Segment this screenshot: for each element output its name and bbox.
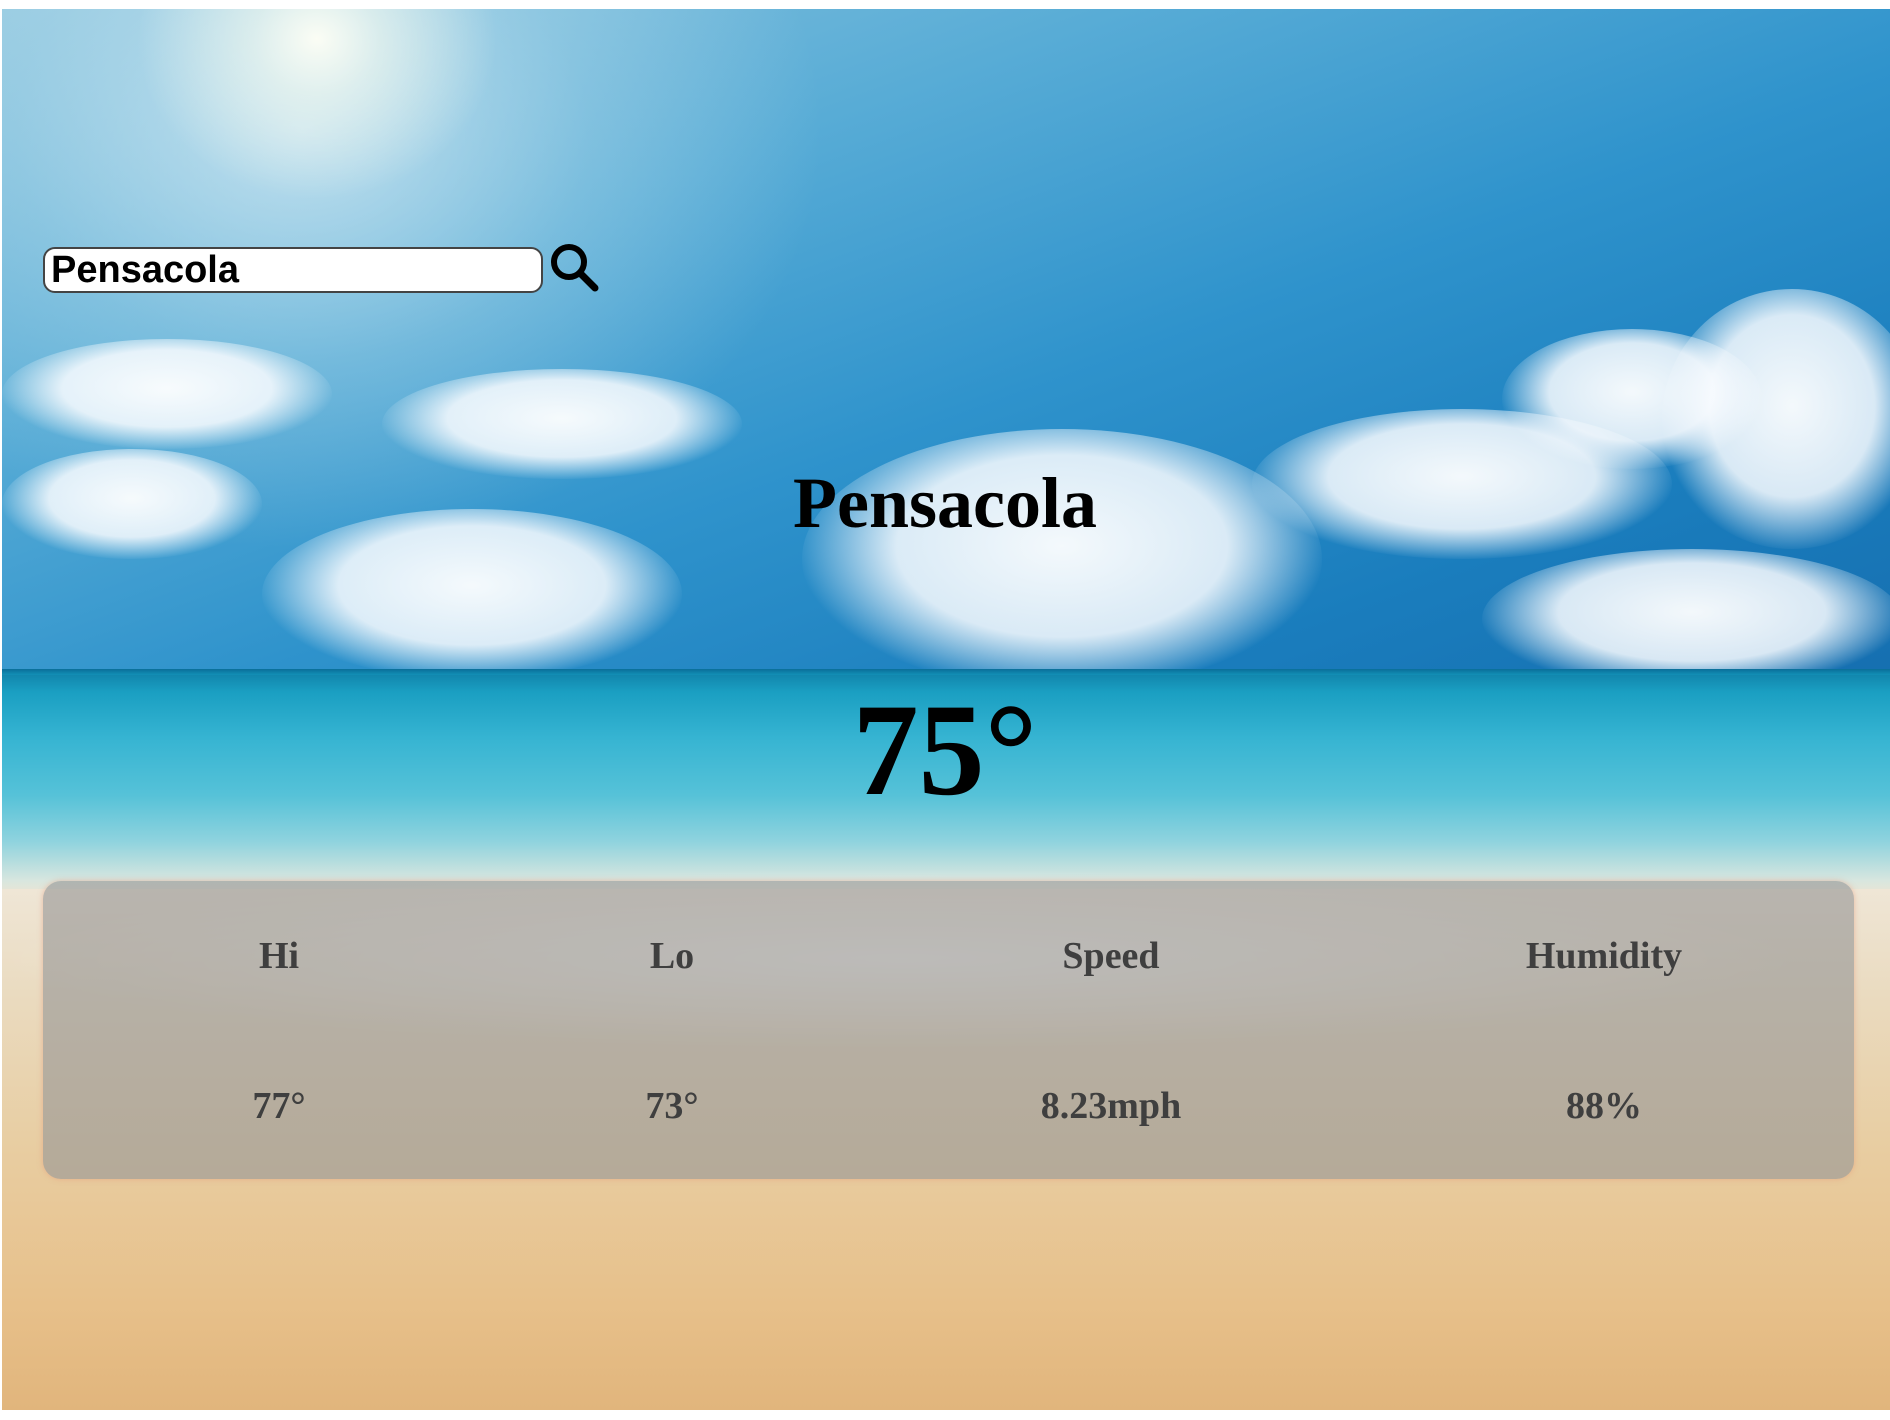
stat-value: 8.23mph [1040, 1085, 1182, 1127]
cloud [1482, 549, 1890, 689]
stat-value: 88% [1566, 1085, 1642, 1127]
search-bar [43, 244, 603, 296]
current-temperature: 75° [852, 676, 1038, 823]
stat-label: Lo [649, 935, 695, 977]
stat-value: 77° [252, 1085, 306, 1127]
stat-label: Speed [1062, 935, 1160, 977]
stat-label: Humidity [1525, 935, 1683, 977]
stat-value: 73° [645, 1085, 699, 1127]
stat-label: Hi [258, 935, 300, 977]
weather-details-panel: Hi 77° Lo 73° Speed 8.23mph Humidity 88% [43, 881, 1854, 1179]
cloud [2, 339, 332, 449]
search-icon [551, 244, 599, 292]
cloud [1502, 329, 1762, 469]
search-button[interactable] [545, 238, 603, 296]
city-name: Pensacola [793, 463, 1097, 543]
search-input[interactable] [43, 247, 543, 293]
